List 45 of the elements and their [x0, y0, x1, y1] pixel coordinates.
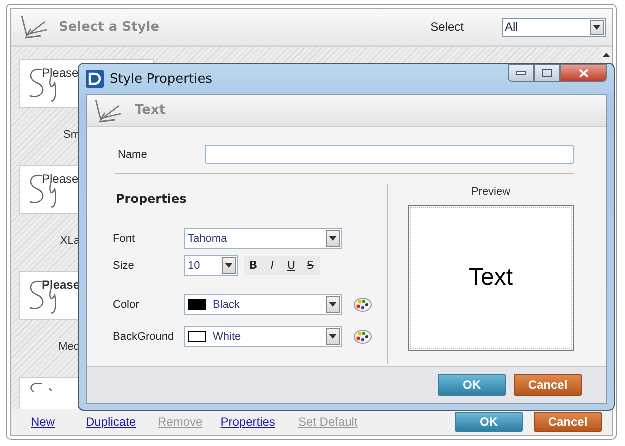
- color-dropdown[interactable]: Black: [184, 294, 342, 315]
- minimize-button[interactable]: [508, 64, 534, 82]
- background-dropdown[interactable]: White: [184, 326, 342, 347]
- size-dropdown[interactable]: 10: [184, 255, 238, 276]
- maximize-icon: [542, 69, 552, 77]
- format-button[interactable]: S: [301, 256, 320, 275]
- action-link[interactable]: Duplicate: [86, 415, 136, 429]
- pen-logo-icon: [93, 98, 123, 124]
- palette-icon[interactable]: [354, 330, 372, 344]
- caret-icon: [593, 24, 601, 30]
- action-link[interactable]: Properties: [220, 415, 276, 429]
- field-label: BackGround: [113, 330, 176, 342]
- close-button[interactable]: [560, 64, 607, 82]
- pen-logo-icon: [19, 14, 49, 40]
- caret-icon: [329, 236, 337, 241]
- action-link[interactable]: New: [31, 415, 56, 429]
- section-heading: Properties: [116, 192, 187, 206]
- caret-icon: [329, 334, 337, 339]
- format-button[interactable]: U: [282, 256, 301, 275]
- preview-label: Preview: [470, 186, 512, 198]
- scroll-up-icon[interactable]: [603, 53, 610, 57]
- preview-text: Please: [42, 172, 79, 186]
- font-dropdown[interactable]: Tahoma: [184, 228, 342, 249]
- close-icon: [578, 68, 588, 78]
- field-label: Size: [113, 260, 136, 272]
- field-label: Font: [113, 232, 136, 244]
- caret-icon: [225, 263, 233, 268]
- app-icon: [86, 70, 104, 88]
- minimize-icon: [516, 71, 526, 75]
- filter-dropdown[interactable]: All: [502, 18, 606, 36]
- field-label: Color: [113, 298, 140, 310]
- field-label: Name: [118, 148, 148, 160]
- format-button[interactable]: I: [263, 256, 282, 275]
- preview-text: Text: [468, 264, 513, 292]
- name-field[interactable]: [205, 145, 574, 164]
- cancel-button[interactable]: Cancel: [534, 412, 602, 432]
- cancel-button[interactable]: Cancel: [514, 374, 582, 396]
- caret-icon: [329, 302, 337, 307]
- preview-text: Please: [42, 66, 79, 80]
- preview-text: Please: [42, 278, 80, 292]
- palette-icon[interactable]: [354, 298, 372, 312]
- filter-label: Select: [430, 20, 464, 34]
- format-button[interactable]: B: [244, 256, 263, 275]
- window-title: Select a Style: [59, 20, 161, 34]
- maximize-button[interactable]: [534, 64, 560, 82]
